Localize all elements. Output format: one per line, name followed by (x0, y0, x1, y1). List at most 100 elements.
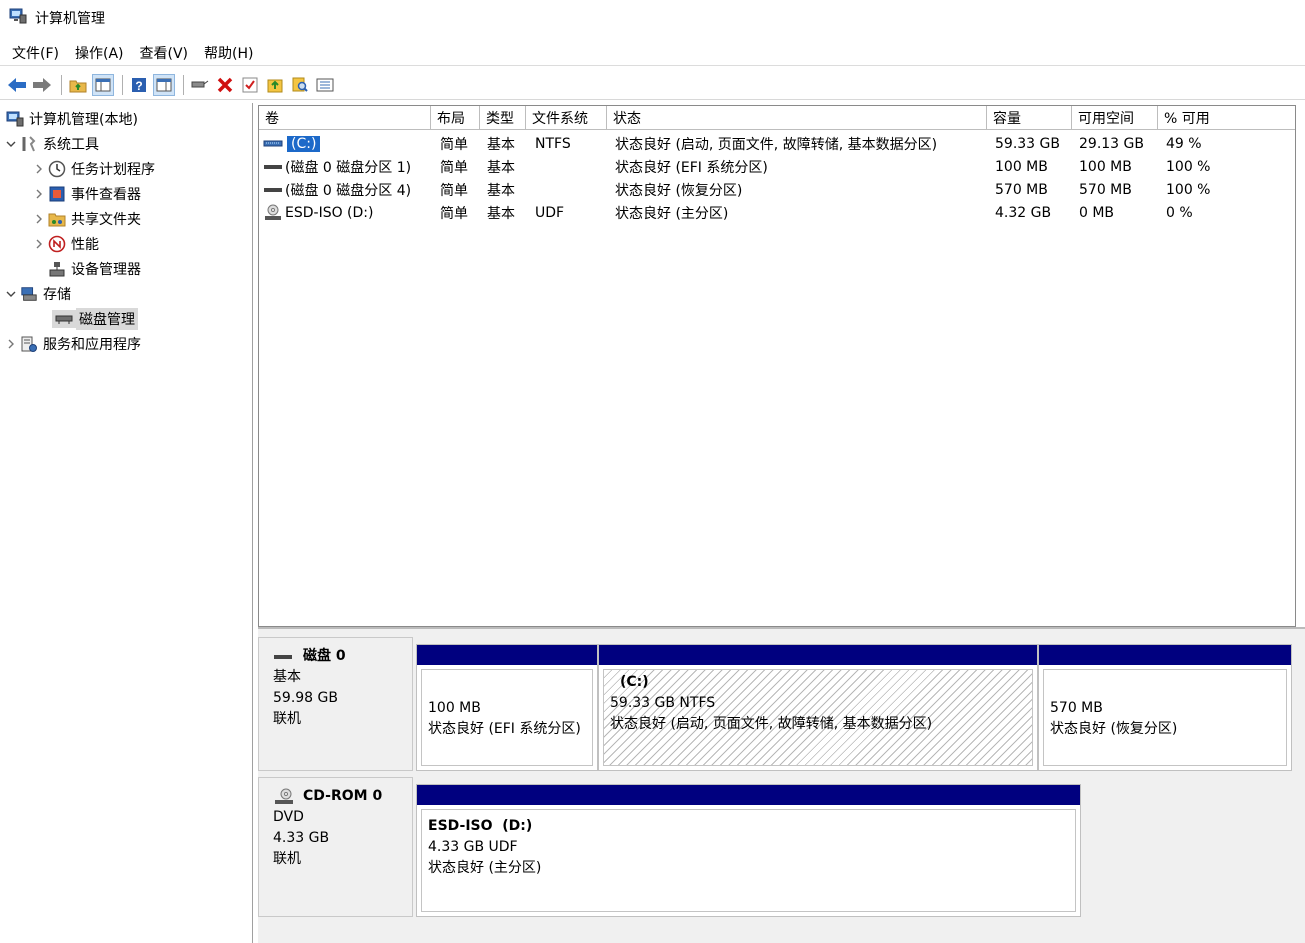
column-header-volume[interactable]: 卷 (259, 106, 431, 130)
cell-percent-free: 100 % (1166, 159, 1211, 175)
cell-layout: 简单 (440, 160, 468, 176)
tree-item-event-viewer[interactable]: 事件查看器 (32, 182, 141, 206)
cell-percent-free: 49 % (1166, 136, 1202, 152)
list-view-icon[interactable] (314, 74, 336, 96)
cell-status: 状态良好 (恢复分区) (615, 183, 743, 199)
toolbar: ? (0, 70, 1305, 100)
tree-label: 事件查看器 (71, 187, 141, 203)
shared-folder-icon (48, 210, 66, 228)
tree-item-disk-management[interactable]: 磁盘管理 (52, 307, 138, 331)
tree-item-shared-folders[interactable]: 共享文件夹 (32, 207, 141, 231)
disk-name: 磁盘 0 (303, 648, 346, 664)
disk-status: 联机 (273, 711, 301, 727)
partition-status: 状态良好 (EFI 系统分区) (428, 721, 581, 737)
properties-check-icon[interactable] (239, 74, 261, 96)
partition-c[interactable]: (C:) 59.33 GB NTFS 状态良好 (启动, 页面文件, 故障转储,… (598, 644, 1038, 771)
tree-item-task-scheduler[interactable]: 任务计划程序 (32, 157, 155, 181)
volume-name: (磁盘 0 磁盘分区 1) (285, 160, 412, 176)
tree-item-performance[interactable]: 性能 (32, 232, 99, 256)
tree-item-services-apps[interactable]: 服务和应用程序 (4, 332, 141, 356)
search-disk-icon[interactable] (289, 74, 311, 96)
partition-bar (417, 785, 1080, 805)
column-header-filesystem[interactable]: 文件系统 (526, 106, 607, 130)
column-header-percent-free[interactable]: % 可用 (1158, 106, 1295, 130)
tree-item-storage[interactable]: 存储 (4, 282, 71, 306)
cell-status: 状态良好 (启动, 页面文件, 故障转储, 基本数据分区) (615, 137, 938, 153)
partition-esd-iso[interactable]: ESD-ISO (D:) 4.33 GB UDF 状态良好 (主分区) (416, 784, 1081, 917)
disk-type: 基本 (273, 669, 301, 685)
partition-bar (1039, 645, 1291, 665)
partition-info: 100 MB 状态良好 (EFI 系统分区) (421, 669, 593, 766)
column-header-capacity[interactable]: 容量 (987, 106, 1072, 130)
cell-type: 基本 (487, 160, 515, 176)
disk-size: 59.98 GB (273, 690, 338, 706)
back-arrow-icon[interactable] (6, 74, 28, 96)
partition-info: (C:) 59.33 GB NTFS 状态良好 (启动, 页面文件, 故障转储,… (603, 669, 1033, 766)
chevron-right-icon[interactable] (32, 214, 46, 224)
drive-icon (263, 139, 283, 149)
tree-label: 任务计划程序 (71, 162, 155, 178)
chevron-right-icon[interactable] (32, 239, 46, 249)
partition-name: (C:) (620, 674, 649, 690)
menu-view[interactable]: 查看(V) (132, 41, 197, 65)
partition-status: 状态良好 (启动, 页面文件, 故障转储, 基本数据分区) (610, 716, 933, 732)
window-title: 计算机管理 (35, 11, 105, 27)
partition-status: 状态良好 (恢复分区) (1050, 721, 1178, 737)
partition-size: 4.33 GB UDF (428, 839, 518, 855)
help-icon[interactable]: ? (128, 74, 150, 96)
connect-drive-icon[interactable] (189, 74, 211, 96)
drive-icon (263, 185, 283, 195)
chevron-right-icon[interactable] (4, 339, 18, 349)
cdrom-0-title: CD-ROM 0 (273, 786, 412, 807)
cdrom-0-label[interactable]: CD-ROM 0 DVD 4.33 GB 联机 (258, 777, 413, 917)
event-viewer-icon (48, 185, 66, 203)
tree-item-computer-management[interactable]: 计算机管理(本地) (4, 107, 138, 131)
delete-icon[interactable] (214, 74, 236, 96)
partition-status: 状态良好 (主分区) (428, 860, 542, 876)
tree-item-device-manager[interactable]: 设备管理器 (46, 257, 141, 281)
partition-info: 570 MB 状态良好 (恢复分区) (1043, 669, 1287, 766)
clock-icon (48, 160, 66, 178)
chevron-right-icon[interactable] (32, 164, 46, 174)
menu-bar: 文件(F) 操作(A) 查看(V) 帮助(H) (0, 40, 1305, 66)
cd-drive-icon (263, 204, 283, 222)
show-action-pane-icon[interactable] (153, 73, 175, 96)
chevron-right-icon[interactable] (32, 189, 46, 199)
menu-action[interactable]: 操作(A) (67, 41, 132, 65)
show-console-tree-icon[interactable] (92, 73, 114, 96)
tree-label: 系统工具 (43, 137, 99, 153)
volume-name: ESD-ISO (D:) (285, 205, 374, 221)
partition-size: 570 MB (1050, 700, 1103, 716)
svg-text:?: ? (135, 79, 142, 93)
cell-volume: (C:) (263, 133, 321, 155)
tree-label: 共享文件夹 (71, 212, 141, 228)
chevron-down-icon[interactable] (4, 289, 18, 299)
menu-help[interactable]: 帮助(H) (196, 41, 261, 65)
tree-label: 性能 (71, 237, 99, 253)
partition-efi[interactable]: 100 MB 状态良好 (EFI 系统分区) (416, 644, 598, 771)
column-header-status[interactable]: 状态 (607, 106, 987, 130)
disk-0-label[interactable]: 磁盘 0 基本 59.98 GB 联机 (258, 637, 413, 771)
export-list-icon[interactable] (264, 74, 286, 96)
tree-item-system-tools[interactable]: 系统工具 (4, 132, 99, 156)
tree-label: 存储 (43, 287, 71, 303)
column-header-layout[interactable]: 布局 (431, 106, 480, 130)
chevron-down-icon[interactable] (4, 139, 18, 149)
menu-file[interactable]: 文件(F) (4, 41, 67, 65)
up-folder-icon[interactable] (67, 74, 89, 96)
forward-arrow-icon[interactable] (31, 74, 53, 96)
tools-icon (20, 135, 38, 153)
disk-drive-icon (273, 652, 293, 662)
partition-bar (417, 645, 597, 665)
cell-type: 基本 (487, 137, 515, 153)
tree-label: 服务和应用程序 (43, 337, 141, 353)
toolbar-separator (61, 74, 62, 95)
column-header-type[interactable]: 类型 (480, 106, 526, 130)
partition-size: 59.33 GB NTFS (610, 695, 716, 711)
column-header-free-space[interactable]: 可用空间 (1072, 106, 1158, 130)
cd-drive-icon (273, 788, 295, 806)
partition-bar (599, 645, 1037, 665)
tree-label: 磁盘管理 (76, 308, 138, 330)
partition-recovery[interactable]: 570 MB 状态良好 (恢复分区) (1038, 644, 1292, 771)
partition-info: ESD-ISO (D:) 4.33 GB UDF 状态良好 (主分区) (421, 809, 1076, 912)
